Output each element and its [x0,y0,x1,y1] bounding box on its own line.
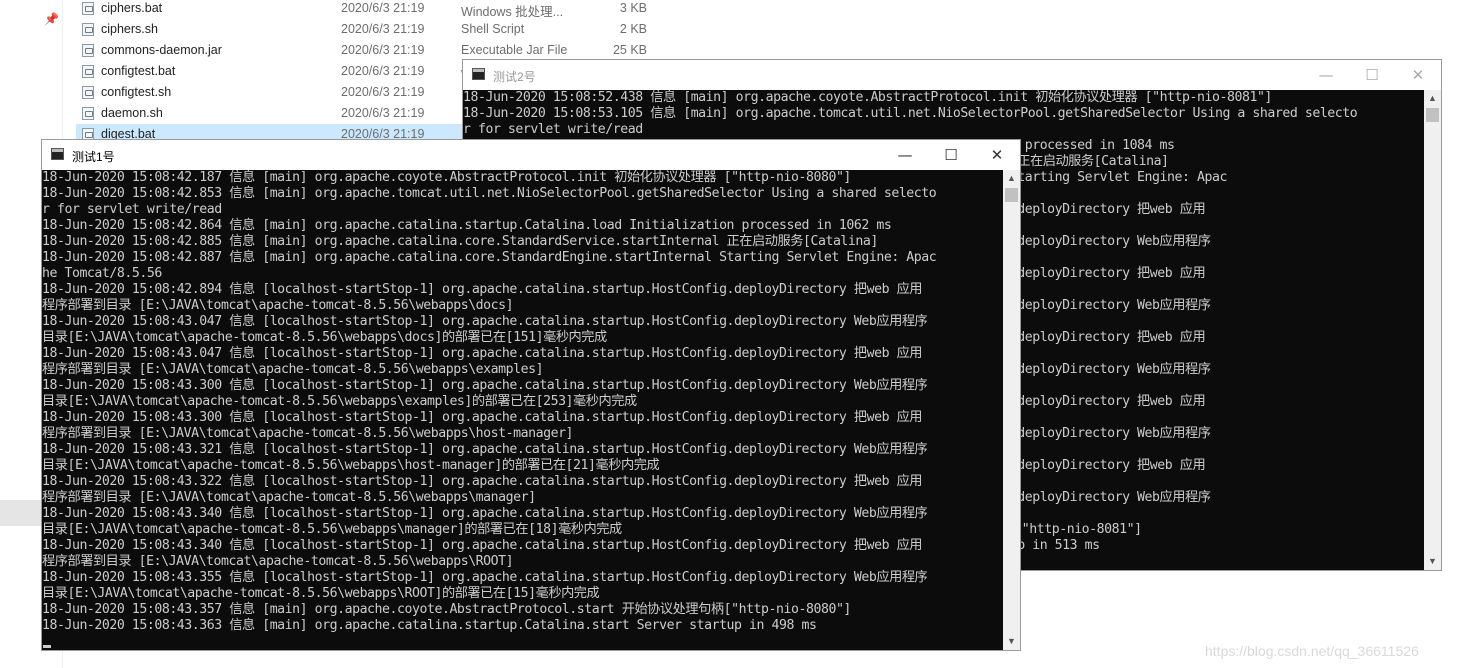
file-size: 25 KB [612,43,647,57]
file-row[interactable]: ciphers.sh 2020/6/3 21:19 [76,19,466,40]
console-line: 18-Jun-2020 15:08:52.438 信息 [main] org.a… [463,90,1272,105]
file-type: Executable Jar File [461,43,568,57]
console-line: 程序部署到目录 [E:\JAVA\tomcat\apache-tomcat-8.… [42,554,514,569]
console-line: 18-Jun-2020 15:08:42.853 信息 [main] org.a… [42,186,937,201]
console-line: r for servlet write/read [42,202,222,217]
console-1-output[interactable]: 18-Jun-2020 15:08:42.187 信息 [main] org.a… [42,170,1003,650]
console-line: 18-Jun-2020 15:08:43.363 信息 [main] org.a… [42,618,817,633]
console-line: 18-Jun-2020 15:08:42.864 信息 [main] org.a… [42,218,892,233]
file-name: commons-daemon.jar [101,43,222,57]
file-row[interactable]: configtest.bat 2020/6/3 21:19 [76,61,466,82]
watermark: https://blog.csdn.net/qq_36611526 [1205,643,1419,659]
file-icon [82,23,94,36]
nav-selected-strip [0,500,44,526]
file-name: configtest.bat [101,64,176,78]
console-2-scrollbar[interactable]: ▲ ▼ [1424,90,1441,570]
console-line: 18-Jun-2020 15:08:42.894 信息 [localhost-s… [42,282,923,297]
file-row[interactable]: ciphers.bat 2020/6/3 21:19 [76,0,466,19]
file-date: 2020/6/3 21:19 [341,22,425,36]
console-line: 18-Jun-2020 15:08:43.321 信息 [localhost-s… [42,442,928,457]
console-line: 目录[E:\JAVA\tomcat\apache-tomcat-8.5.56\w… [42,394,637,409]
console-line: 18-Jun-2020 15:08:43.047 信息 [localhost-s… [42,314,928,329]
file-name: ciphers.sh [101,22,158,36]
pin-icon[interactable]: 📌 [44,12,59,26]
file-type: Windows 批处理... [461,5,564,19]
file-name: daemon.sh [101,106,163,120]
file-name: ciphers.bat [101,1,163,15]
terminal-icon [472,68,485,80]
file-row[interactable]: commons-daemon.jar 2020/6/3 21:19 [76,40,466,61]
console-line: 18-Jun-2020 15:08:43.355 信息 [localhost-s… [42,570,928,585]
maximize-button[interactable]: ☐ [928,140,974,170]
console-line: 18-Jun-2020 15:08:43.300 信息 [localhost-s… [42,410,923,425]
console-line: 18-Jun-2020 15:08:43.300 信息 [localhost-s… [42,378,928,393]
console-line: 18-Jun-2020 15:08:43.357 信息 [main] org.a… [42,602,851,617]
console-line: 18-Jun-2020 15:08:42.187 信息 [main] org.a… [42,170,851,185]
console-line: 目录[E:\JAVA\tomcat\apache-tomcat-8.5.56\w… [42,458,660,473]
console-line: 程序部署到目录 [E:\JAVA\tomcat\apache-tomcat-8.… [42,490,536,505]
file-icon [82,44,94,57]
console-1-scrollbar[interactable]: ▲ ▼ [1003,170,1020,650]
file-row[interactable]: daemon.sh 2020/6/3 21:19 [76,103,466,124]
scroll-up-icon[interactable]: ▲ [1424,90,1441,107]
console-line: 18-Jun-2020 15:08:42.885 信息 [main] org.a… [42,234,878,249]
file-name: configtest.sh [101,85,172,99]
maximize-button[interactable]: ☐ [1349,60,1395,90]
scroll-down-icon[interactable]: ▼ [1003,633,1020,650]
console-line: 18-Jun-2020 15:08:42.887 信息 [main] org.a… [42,250,937,265]
console-1-title: 测试1号 [72,150,115,164]
file-date: 2020/6/3 21:19 [341,43,425,57]
console-line: 18-Jun-2020 15:08:53.105 信息 [main] org.a… [463,106,1358,121]
minimize-button[interactable]: — [1303,60,1349,90]
console-line: he Tomcat/8.5.56 [42,266,162,281]
console-line: 18-Jun-2020 15:08:43.047 信息 [localhost-s… [42,346,923,361]
console-line: 18-Jun-2020 15:08:43.322 信息 [localhost-s… [42,474,923,489]
file-size: 3 KB [619,1,647,15]
file-size: 2 KB [619,22,647,36]
file-type: Shell Script [461,22,525,36]
file-icon [82,2,94,15]
minimize-button[interactable]: — [882,140,928,170]
file-name: digest.bat [101,127,156,141]
text-cursor [43,645,51,648]
console-line: r for servlet write/read [463,122,643,137]
file-date: 2020/6/3 21:19 [341,106,425,120]
file-date: 2020/6/3 21:19 [341,127,425,141]
scrollbar-thumb[interactable] [1426,108,1439,122]
file-date: 2020/6/3 21:19 [341,64,425,78]
scroll-up-icon[interactable]: ▲ [1003,170,1020,187]
console-line: 目录[E:\JAVA\tomcat\apache-tomcat-8.5.56\w… [42,586,600,601]
close-button[interactable]: ✕ [974,140,1020,170]
file-icon [82,107,94,120]
console-line: 程序部署到目录 [E:\JAVA\tomcat\apache-tomcat-8.… [42,426,574,441]
scroll-down-icon[interactable]: ▼ [1424,553,1441,570]
console-line: 程序部署到目录 [E:\JAVA\tomcat\apache-tomcat-8.… [42,298,514,313]
console-window-1[interactable]: 测试1号 — ☐ ✕ 18-Jun-2020 15:08:42.187 信息 [… [42,140,1020,650]
console-line: 目录[E:\JAVA\tomcat\apache-tomcat-8.5.56\w… [42,522,622,537]
console-1-titlebar[interactable]: 测试1号 — ☐ ✕ [42,140,1020,170]
terminal-icon [51,148,64,160]
file-date: 2020/6/3 21:19 [341,1,425,15]
console-line: 18-Jun-2020 15:08:43.340 信息 [localhost-s… [42,506,928,521]
console-line: 程序部署到目录 [E:\JAVA\tomcat\apache-tomcat-8.… [42,362,544,377]
console-2-title: 测试2号 [493,70,536,84]
file-icon [82,86,94,99]
console-line: 18-Jun-2020 15:08:43.340 信息 [localhost-s… [42,538,923,553]
file-date: 2020/6/3 21:19 [341,85,425,99]
console-line: 目录[E:\JAVA\tomcat\apache-tomcat-8.5.56\w… [42,330,607,345]
console-2-titlebar[interactable]: 测试2号 — ☐ ✕ [463,60,1441,90]
file-row[interactable]: configtest.sh 2020/6/3 21:19 [76,82,466,103]
scrollbar-thumb[interactable] [1005,188,1018,202]
close-button[interactable]: ✕ [1395,60,1441,90]
file-icon [82,65,94,78]
